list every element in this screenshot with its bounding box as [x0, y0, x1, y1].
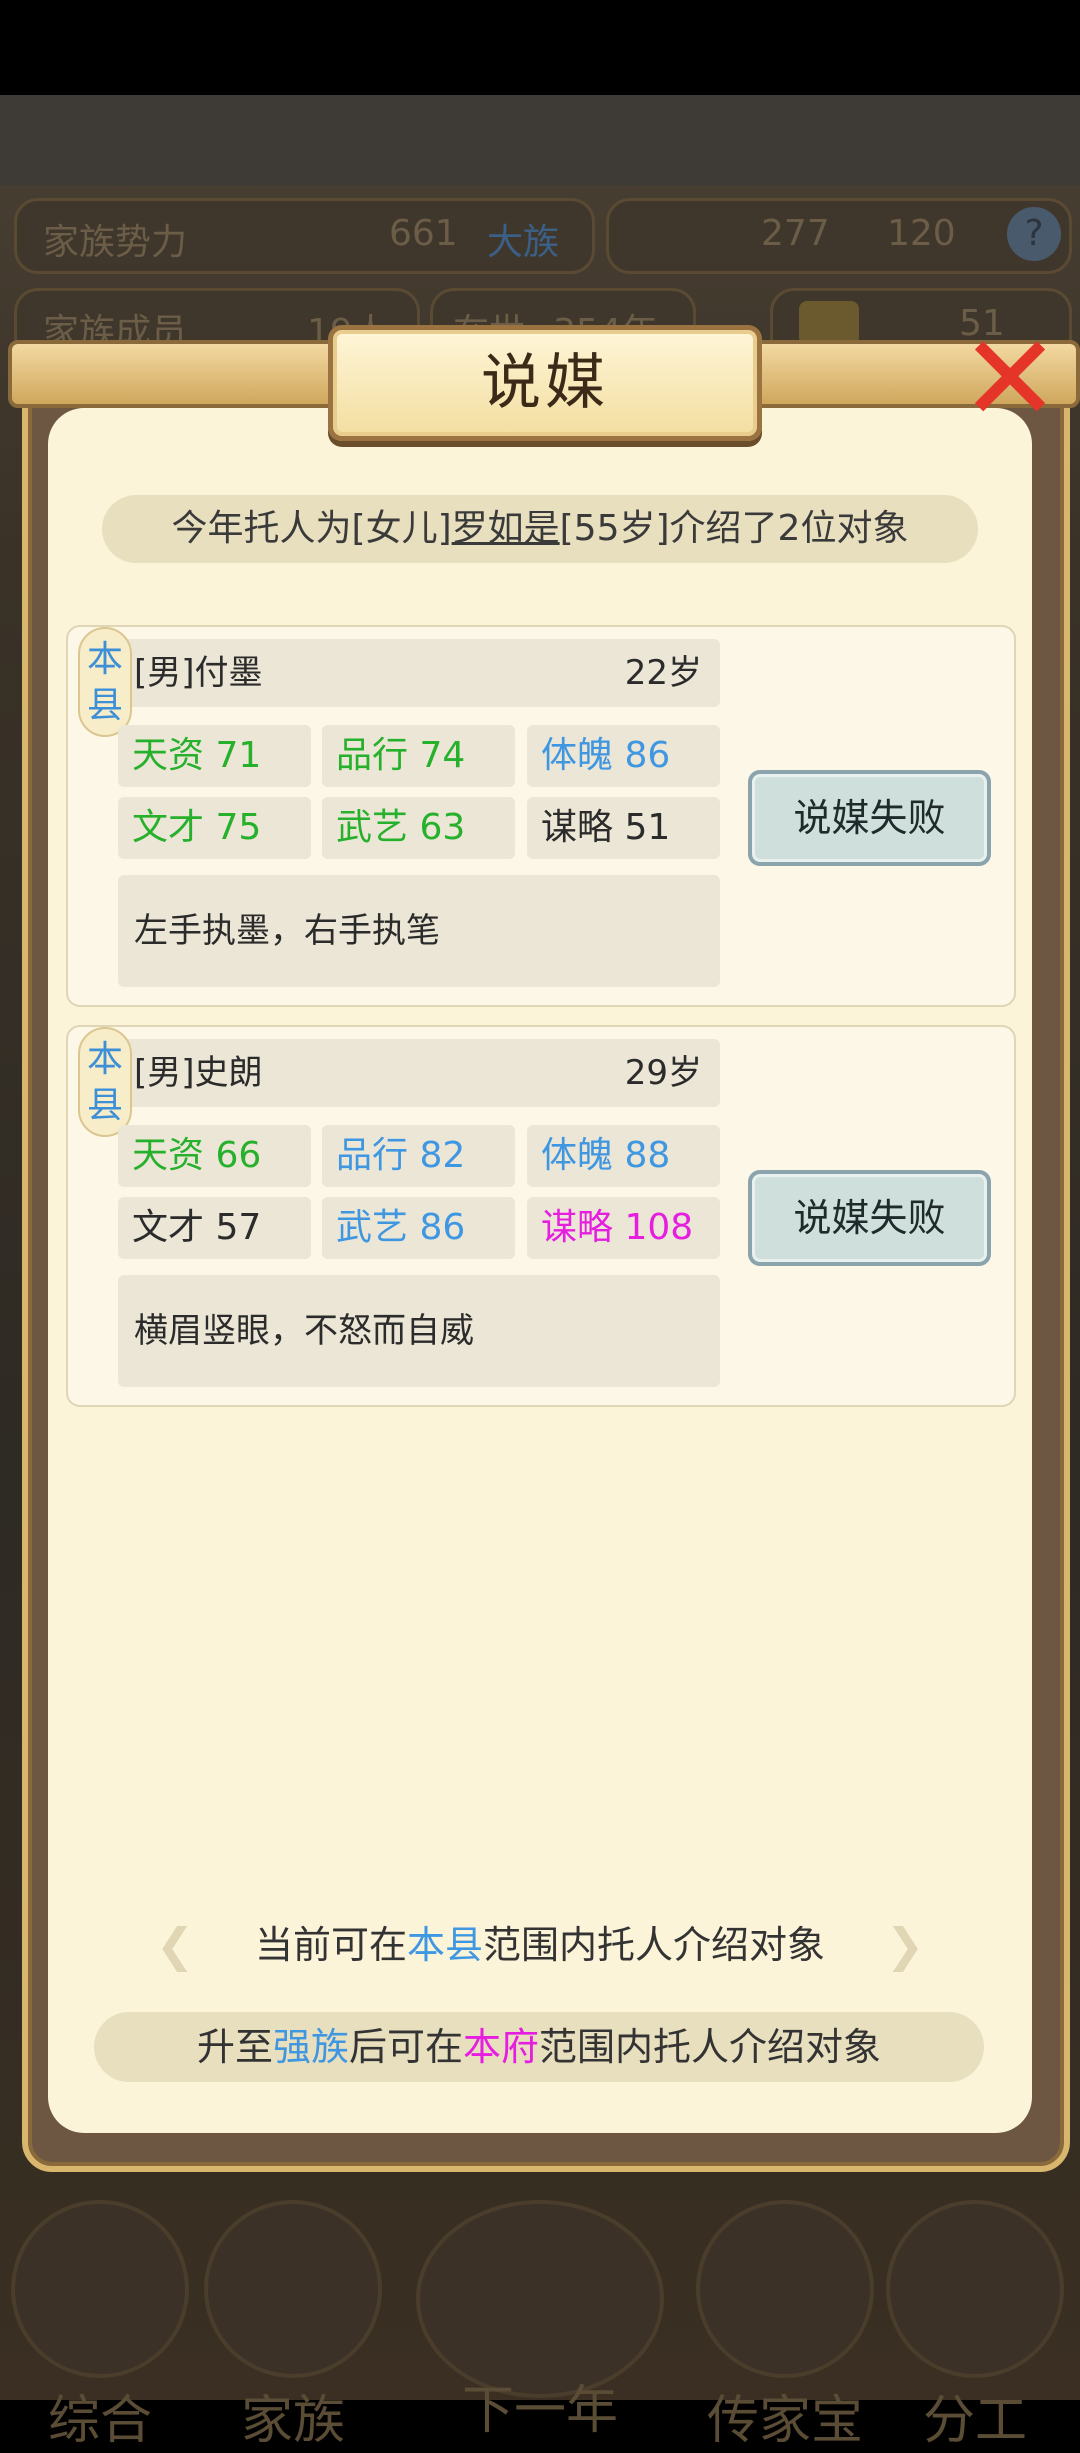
top-band	[0, 95, 1080, 185]
region-tag: 本县	[78, 627, 132, 737]
upgrade-place: 本府	[463, 2025, 540, 2069]
family-power-label: 家族势力	[43, 222, 188, 263]
people-icon	[886, 2200, 1064, 2378]
resources-box: 277 120 ?	[606, 198, 1072, 274]
matchmaking-failed-button[interactable]: 说媒失败	[748, 770, 991, 866]
stat-talent: 天资 71	[118, 725, 311, 787]
candidate-description: 横眉竖眼，不怒而自威	[118, 1275, 720, 1387]
upgrade-suffix: 范围内托人介绍对象	[539, 2025, 882, 2069]
scope-suffix: 范围内托人介绍对象	[483, 1923, 826, 1967]
intro-suffix: [55岁]介绍了2位对象	[559, 508, 909, 549]
stat-strategy: 谋略 108	[527, 1197, 720, 1259]
current-scope-note: ❮ 当前可在本县范围内托人介绍对象 ❯	[156, 1910, 925, 1980]
family-power-box: 家族势力 661 大族	[14, 198, 595, 274]
nav-assign[interactable]: 分工	[880, 2200, 1070, 2451]
stat-literary: 文才 75	[118, 797, 311, 859]
stat-martial: 武艺 63	[322, 797, 515, 859]
candidate-name: [男]史朗	[134, 1053, 263, 1093]
dialog-title: 说媒	[481, 348, 609, 418]
scope-place: 本县	[406, 1923, 483, 1967]
candidate-age: 22岁	[624, 653, 702, 693]
upgrade-hint: 升至强族后可在本府范围内托人介绍对象	[94, 2012, 984, 2082]
candidate-card: [男]史朗 29岁 本县 天资 66 品行 82 体魄 88 文才 57 武艺 …	[66, 1025, 1016, 1407]
decor-left-icon: ❮	[155, 1918, 195, 1972]
upgrade-mid: 后可在	[348, 2025, 463, 2069]
house-icon	[204, 2200, 382, 2378]
intro-summary: 今年托人为[女儿]罗如是[55岁]介绍了2位对象	[102, 495, 978, 563]
stat-literary: 文才 57	[118, 1197, 311, 1259]
candidate-card: [男]付墨 22岁 本县 天资 71 品行 74 体魄 86 文才 75 武艺 …	[66, 625, 1016, 1007]
nav-heirloom[interactable]: 传家宝	[680, 2200, 890, 2451]
matchmaking-failed-button[interactable]: 说媒失败	[748, 1170, 991, 1266]
stat-conduct: 品行 82	[322, 1125, 515, 1187]
scroll-icon	[11, 2200, 189, 2378]
candidate-namebar: [男]付墨 22岁	[118, 639, 720, 707]
gold-ingot-icon	[799, 301, 859, 345]
resource-b: 120	[887, 213, 956, 254]
candidate-description: 左手执墨，右手执笔	[118, 875, 720, 987]
daughter-name[interactable]: 罗如是	[452, 508, 560, 549]
candidate-name: [男]付墨	[134, 653, 263, 693]
stat-physique: 体魄 86	[527, 725, 720, 787]
family-rank: 大族	[487, 222, 560, 263]
nav-next-year-label: 下一年	[461, 2381, 618, 2441]
resource-a: 277	[761, 213, 830, 254]
stat-martial: 武艺 86	[322, 1197, 515, 1259]
candidate-age: 29岁	[624, 1053, 702, 1093]
decor-right-icon: ❯	[885, 1918, 925, 1972]
intro-prefix: 今年托人为[女儿]	[171, 508, 452, 549]
region-tag: 本县	[78, 1027, 132, 1137]
candidate-namebar: [男]史朗 29岁	[118, 1039, 720, 1107]
stat-talent: 天资 66	[118, 1125, 311, 1187]
nav-general[interactable]: 综合	[5, 2200, 195, 2451]
nav-assign-label: 分工	[922, 2391, 1027, 2451]
stat-strategy: 谋略 51	[527, 797, 720, 859]
nav-family[interactable]: 家族	[198, 2200, 388, 2451]
nav-family-label: 家族	[240, 2391, 345, 2451]
stat-physique: 体魄 88	[527, 1125, 720, 1187]
status-bar	[0, 0, 1080, 95]
nav-next-year[interactable]: 下一年	[410, 2200, 670, 2441]
upgrade-prefix: 升至	[196, 2025, 273, 2069]
dialog-title-plate: 说媒	[328, 325, 762, 441]
nav-general-label: 综合	[47, 2391, 152, 2451]
heirloom-icon	[696, 2200, 874, 2378]
close-icon[interactable]: ✕	[955, 320, 1065, 440]
family-power-value: 661	[389, 213, 458, 254]
scope-prefix: 当前可在	[254, 1923, 407, 1967]
nav-heirloom-label: 传家宝	[706, 2391, 863, 2451]
stat-conduct: 品行 74	[322, 725, 515, 787]
help-icon[interactable]: ?	[1007, 207, 1061, 261]
upgrade-rank: 强族	[272, 2025, 349, 2069]
title-wing-left	[8, 340, 346, 408]
